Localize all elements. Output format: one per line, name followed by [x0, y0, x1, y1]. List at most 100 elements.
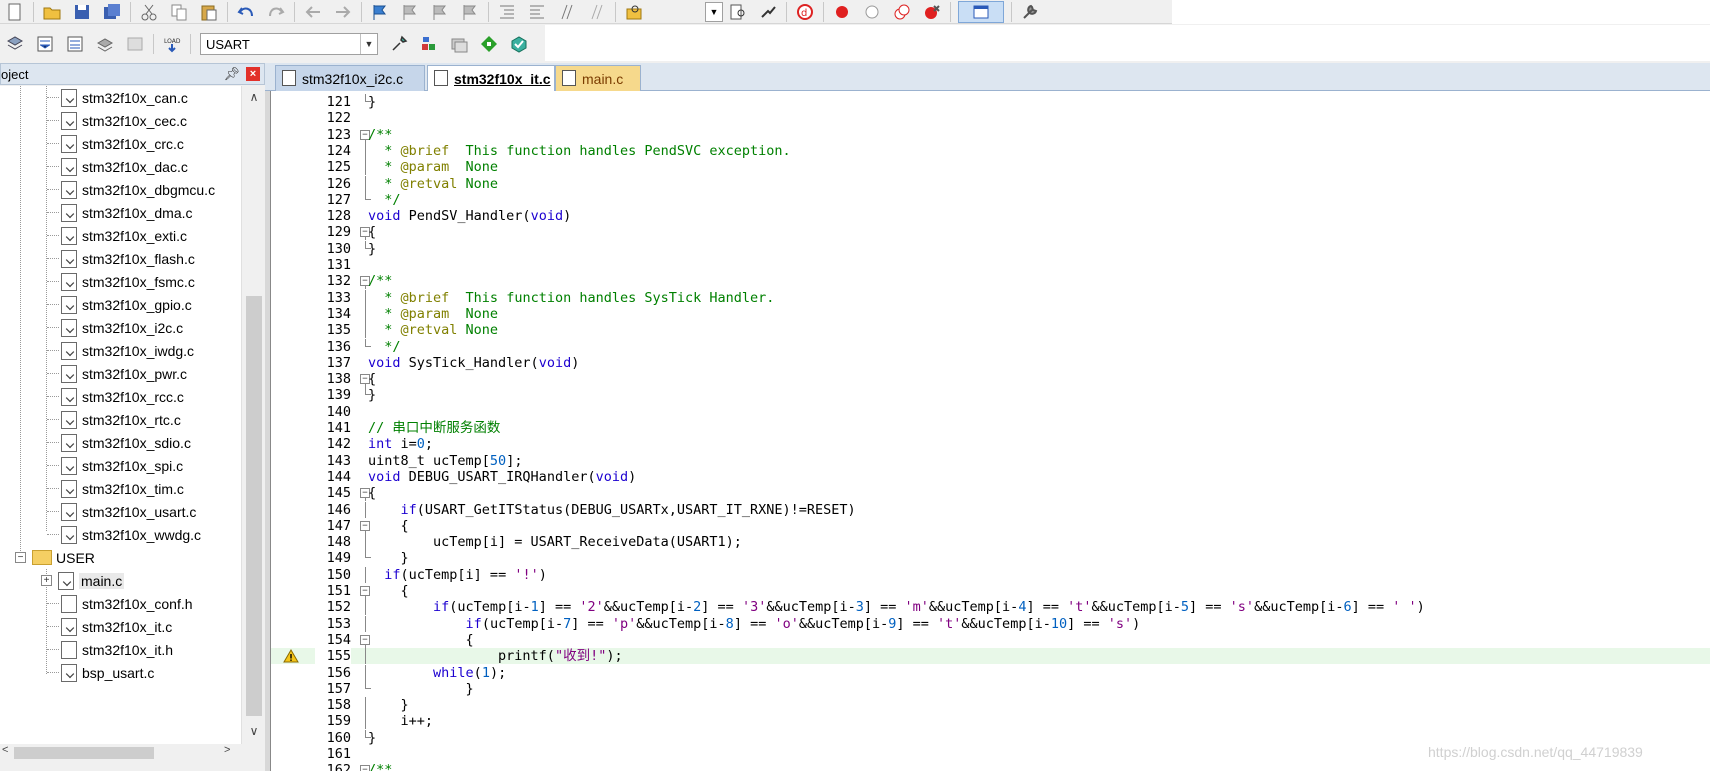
scroll-up-icon[interactable]: ∧ — [242, 90, 266, 110]
nav-back-icon[interactable] — [302, 1, 324, 23]
indent-icon[interactable] — [496, 1, 518, 23]
tree-file-item[interactable]: stm32f10x_flash.c — [47, 247, 195, 270]
redo-icon[interactable] — [265, 1, 287, 23]
window-layout-icon[interactable] — [958, 0, 1004, 23]
tree-file-item[interactable]: stm32f10x_dbgmcu.c — [47, 178, 215, 201]
code-line[interactable]: 136 */ — [271, 338, 1710, 355]
code-line[interactable]: 158 } — [271, 697, 1710, 714]
find-in-files-icon[interactable] — [623, 1, 645, 23]
code-line[interactable]: 145−{ — [271, 485, 1710, 502]
code-line[interactable]: 127 */ — [271, 191, 1710, 208]
code-line[interactable]: 138−{ — [271, 371, 1710, 388]
code-line[interactable]: 137 void SysTick_Handler(void) — [271, 355, 1710, 371]
code-line[interactable]: 148 ucTemp[i] = USART_ReceiveData(USART1… — [271, 534, 1710, 551]
editor-tab[interactable]: main.c — [555, 65, 641, 91]
breakpoint-disable-icon[interactable] — [861, 1, 883, 23]
scroll-down-icon[interactable]: ∨ — [242, 724, 266, 744]
file-extensions-icon[interactable] — [448, 33, 470, 55]
tree-file-item[interactable]: stm32f10x_it.h — [47, 638, 173, 661]
target-select[interactable]: USART ▼ — [200, 33, 378, 55]
tree-file-item[interactable]: stm32f10x_crc.c — [47, 132, 184, 155]
code-line[interactable]: 159 i++; — [271, 713, 1710, 730]
tree-file-item[interactable]: bsp_usart.c — [47, 661, 154, 684]
copy-icon[interactable] — [168, 1, 190, 23]
cut-icon[interactable] — [138, 1, 160, 23]
tree-file-item[interactable]: stm32f10x_it.c — [47, 615, 172, 638]
code-line[interactable]: 139} — [271, 387, 1710, 403]
code-line[interactable]: 132−/** — [271, 273, 1710, 290]
tree-file-item[interactable]: stm32f10x_sdio.c — [47, 431, 191, 454]
chevron-down-icon[interactable]: ▼ — [360, 34, 377, 54]
tree-file-item[interactable]: + main.c — [41, 569, 125, 592]
build-icon[interactable] — [34, 33, 56, 55]
tree-file-item[interactable]: stm32f10x_exti.c — [47, 224, 187, 247]
code-line[interactable]: 154− { — [271, 632, 1710, 648]
code-line[interactable]: 134 * @param None — [271, 305, 1710, 322]
warning-icon[interactable] — [283, 649, 299, 663]
code-line[interactable]: 124 * @brief This function handles PendS… — [271, 142, 1710, 159]
tree-file-item[interactable]: stm32f10x_iwdg.c — [47, 339, 194, 362]
scroll-left-icon[interactable]: < — [2, 744, 8, 756]
tree-file-item[interactable]: stm32f10x_pwr.c — [47, 362, 187, 385]
code-line[interactable]: 151− { — [271, 583, 1710, 599]
editor-tab[interactable]: stm32f10x_i2c.c — [275, 65, 425, 91]
code-line[interactable]: 125 * @param None — [271, 159, 1710, 176]
code-line[interactable]: 162−/** — [271, 762, 1710, 771]
bookmark-prev-icon[interactable] — [399, 1, 421, 23]
code-line[interactable]: 143 uint8_t ucTemp[50]; — [271, 453, 1710, 469]
tree-file-item[interactable]: stm32f10x_gpio.c — [47, 293, 192, 316]
pack-installer-icon[interactable] — [478, 33, 500, 55]
undo-icon[interactable] — [235, 1, 257, 23]
code-line[interactable]: 126 * @retval None — [271, 175, 1710, 192]
code-line[interactable]: 155 printf("收到!"); — [271, 648, 1710, 665]
batch-build-icon[interactable] — [94, 33, 116, 55]
download-icon[interactable]: LOAD — [161, 33, 183, 55]
code-line[interactable]: 141 // 串口中断服务函数 — [271, 420, 1710, 436]
incremental-find-icon[interactable] — [757, 1, 779, 23]
debug-start-icon[interactable]: d — [794, 1, 816, 23]
new-file-icon[interactable] — [4, 1, 26, 23]
breakpoint-insert-icon[interactable] — [831, 1, 853, 23]
expand-icon[interactable]: + — [41, 575, 52, 586]
tree-file-item[interactable]: stm32f10x_spi.c — [47, 454, 183, 477]
tree-file-item[interactable]: stm32f10x_wwdg.c — [47, 523, 201, 546]
close-panel-button[interactable]: × — [246, 67, 260, 81]
code-line[interactable]: 144 void DEBUG_USART_IRQHandler(void) — [271, 469, 1710, 485]
bookmark-clear-icon[interactable] — [459, 1, 481, 23]
project-tree-vscrollbar[interactable]: ∧ ∨ — [241, 86, 265, 744]
tree-group-user[interactable]: − USER — [15, 546, 95, 569]
manage-project-icon[interactable] — [418, 33, 440, 55]
find-icon[interactable] — [727, 1, 749, 23]
breakpoint-kill-all-icon[interactable] — [921, 1, 943, 23]
open-file-icon[interactable] — [41, 1, 63, 23]
code-line[interactable]: 150 if(ucTemp[i] == '!') — [271, 566, 1710, 583]
scroll-thumb[interactable] — [246, 296, 262, 716]
tree-file-item[interactable]: stm32f10x_rtc.c — [47, 408, 181, 431]
rebuild-icon[interactable] — [64, 33, 86, 55]
code-line[interactable]: 123−/** — [271, 127, 1710, 143]
collapse-icon[interactable]: − — [15, 552, 26, 563]
tree-file-item[interactable]: stm32f10x_tim.c — [47, 477, 184, 500]
code-line[interactable]: 133 * @brief This function handles SysTi… — [271, 289, 1710, 306]
code-line[interactable]: 156 while(1); — [271, 664, 1710, 681]
unindent-icon[interactable] — [526, 1, 548, 23]
code-line[interactable]: 131 — [271, 257, 1710, 273]
code-line[interactable]: 140 — [271, 404, 1710, 420]
project-tree-hscrollbar[interactable]: < > — [0, 744, 241, 762]
tree-file-item[interactable]: stm32f10x_dma.c — [47, 201, 193, 224]
code-line[interactable]: 153 if(ucTemp[i-7] == 'p'&&ucTemp[i-8] =… — [271, 615, 1710, 632]
tree-file-item[interactable]: stm32f10x_fsmc.c — [47, 270, 195, 293]
hscroll-thumb[interactable] — [14, 747, 154, 759]
translate-icon[interactable] — [4, 33, 26, 55]
code-line[interactable]: 128 void PendSV_Handler(void) — [271, 208, 1710, 224]
save-icon[interactable] — [71, 1, 93, 23]
scroll-right-icon[interactable]: > — [224, 744, 230, 756]
code-line[interactable]: 129−{ — [271, 224, 1710, 241]
code-line[interactable]: 157 } — [271, 680, 1710, 697]
tree-file-item[interactable]: stm32f10x_i2c.c — [47, 316, 183, 339]
tree-file-item[interactable]: stm32f10x_rcc.c — [47, 385, 184, 408]
code-line[interactable]: 152 if(ucTemp[i-1] == '2'&&ucTemp[i-2] =… — [271, 599, 1710, 616]
target-options-icon[interactable] — [388, 33, 410, 55]
stop-build-icon[interactable] — [124, 33, 146, 55]
bookmark-next-icon[interactable] — [429, 1, 451, 23]
